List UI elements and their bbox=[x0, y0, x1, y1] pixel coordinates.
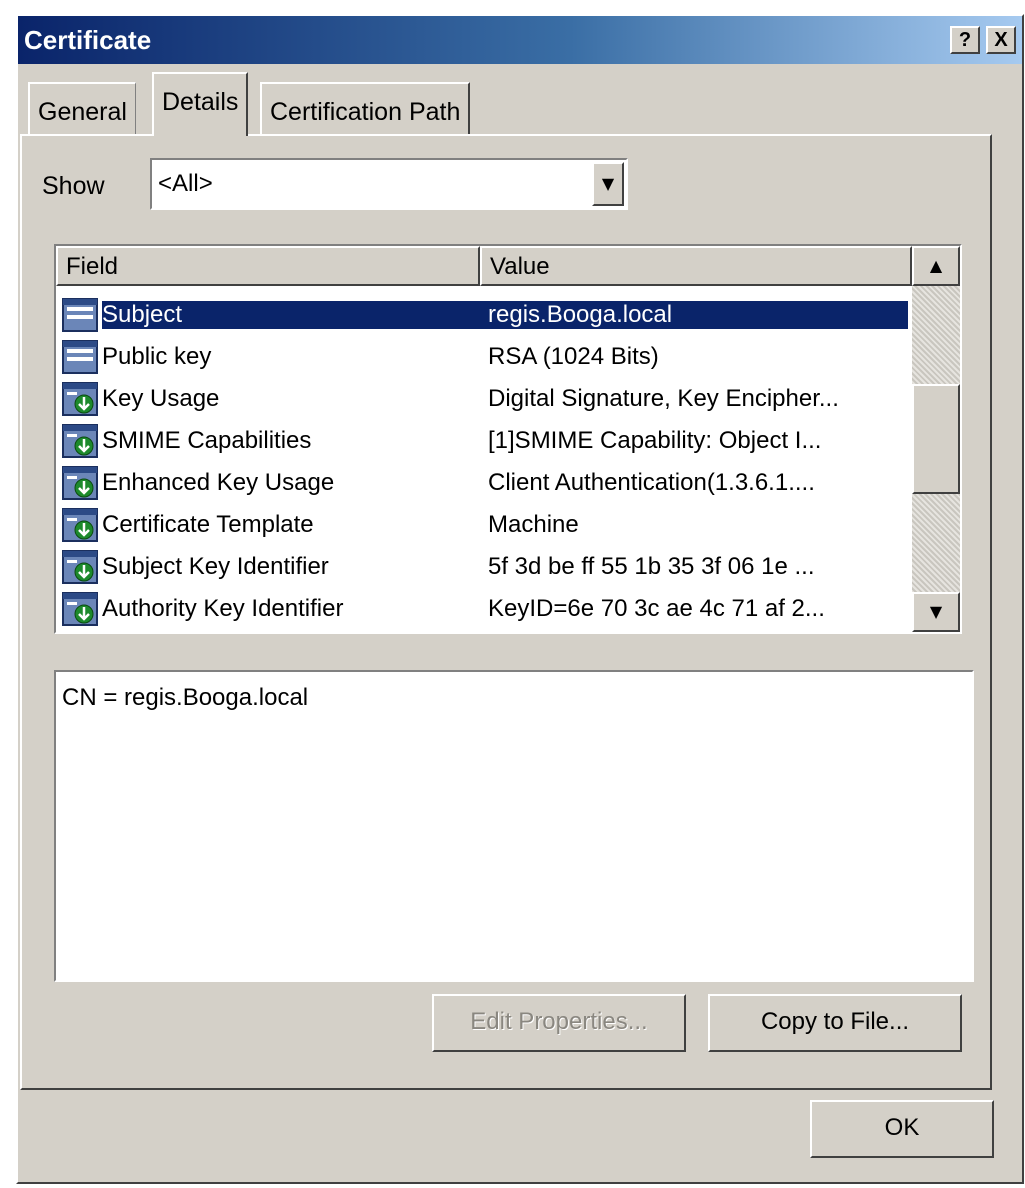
list-item-value: Digital Signature, Key Encipher... bbox=[488, 385, 839, 412]
help-button[interactable]: ? bbox=[950, 26, 980, 54]
list-item[interactable]: Authority Key Identifier KeyID=6e 70 3c a… bbox=[56, 588, 912, 630]
scroll-up-button[interactable]: ▲ bbox=[912, 246, 960, 286]
list-item-field: Certificate Template bbox=[102, 511, 314, 538]
list-item-value: regis.Booga.local bbox=[488, 301, 908, 329]
certificate-extension-icon bbox=[62, 466, 98, 500]
ok-button[interactable]: OK bbox=[810, 1100, 994, 1158]
list-item[interactable]: Subject Key Identifier 5f 3d be ff 55 1b … bbox=[56, 546, 912, 588]
certificate-field-icon bbox=[62, 298, 98, 332]
tab-general[interactable]: General bbox=[28, 82, 136, 134]
show-dropdown-value: <All> bbox=[158, 170, 213, 197]
list-item-value: Client Authentication(1.3.6.1.... bbox=[488, 469, 815, 496]
title-bar: Certificate ? X bbox=[18, 16, 1022, 64]
list-item-value: RSA (1024 Bits) bbox=[488, 343, 659, 370]
list-item-value: 5f 3d be ff 55 1b 35 3f 06 1e ... bbox=[488, 553, 815, 580]
certificate-extension-icon bbox=[62, 592, 98, 626]
list-header: Field Value bbox=[56, 246, 912, 286]
close-button[interactable]: X bbox=[986, 26, 1016, 54]
list-item[interactable]: Key Usage Digital Signature, Key Encipher… bbox=[56, 378, 912, 420]
copy-to-file-button[interactable]: Copy to File... bbox=[708, 994, 962, 1052]
field-list[interactable]: Field Value Subject regis.Booga.local Publ… bbox=[54, 244, 962, 634]
scroll-down-button[interactable]: ▼ bbox=[912, 592, 960, 632]
certificate-extension-icon bbox=[62, 382, 98, 416]
list-item-value: Machine bbox=[488, 511, 579, 538]
column-header-value[interactable]: Value bbox=[480, 246, 912, 286]
list-item-value: [1]SMIME Capability: Object I... bbox=[488, 427, 822, 454]
list-item-value: KeyID=6e 70 3c ae 4c 71 af 2... bbox=[488, 595, 825, 622]
list-item-field: Public key bbox=[102, 343, 212, 370]
list-item[interactable]: Public key RSA (1024 Bits) bbox=[56, 336, 912, 378]
chevron-down-icon[interactable]: ▼ bbox=[592, 162, 624, 206]
scrollbar-thumb[interactable] bbox=[912, 384, 960, 494]
list-item[interactable]: SMIME Capabilities [1]SMIME Capability: O… bbox=[56, 420, 912, 462]
certificate-field-icon bbox=[62, 340, 98, 374]
list-scrollbar[interactable]: ▲ ▼ bbox=[912, 246, 960, 632]
show-dropdown[interactable]: <All> ▼ bbox=[150, 158, 628, 210]
certificate-extension-icon bbox=[62, 508, 98, 542]
tab-details[interactable]: Details bbox=[152, 72, 249, 136]
list-item-field: Key Usage bbox=[102, 385, 220, 412]
tab-certification-path[interactable]: Certification Path bbox=[260, 82, 471, 134]
list-item-field: SMIME Capabilities bbox=[102, 427, 312, 454]
list-item-field: Subject Key Identifier bbox=[102, 553, 329, 580]
certificate-extension-icon bbox=[62, 424, 98, 458]
column-header-field[interactable]: Field bbox=[56, 246, 480, 286]
field-detail-text: CN = regis.Booga.local bbox=[62, 684, 309, 711]
list-item[interactable]: Subject regis.Booga.local bbox=[56, 294, 912, 336]
edit-properties-button[interactable]: Edit Properties... bbox=[432, 994, 686, 1052]
show-label: Show bbox=[42, 172, 105, 200]
list-item[interactable]: Enhanced Key Usage Client Authentication(… bbox=[56, 462, 912, 504]
field-detail-box[interactable]: CN = regis.Booga.local bbox=[54, 670, 974, 982]
list-item[interactable]: Certificate Template Machine bbox=[56, 504, 912, 546]
window-title: Certificate bbox=[24, 25, 152, 55]
list-item-field: Authority Key Identifier bbox=[102, 595, 344, 622]
list-item-field: Enhanced Key Usage bbox=[102, 469, 335, 496]
certificate-extension-icon bbox=[62, 550, 98, 584]
